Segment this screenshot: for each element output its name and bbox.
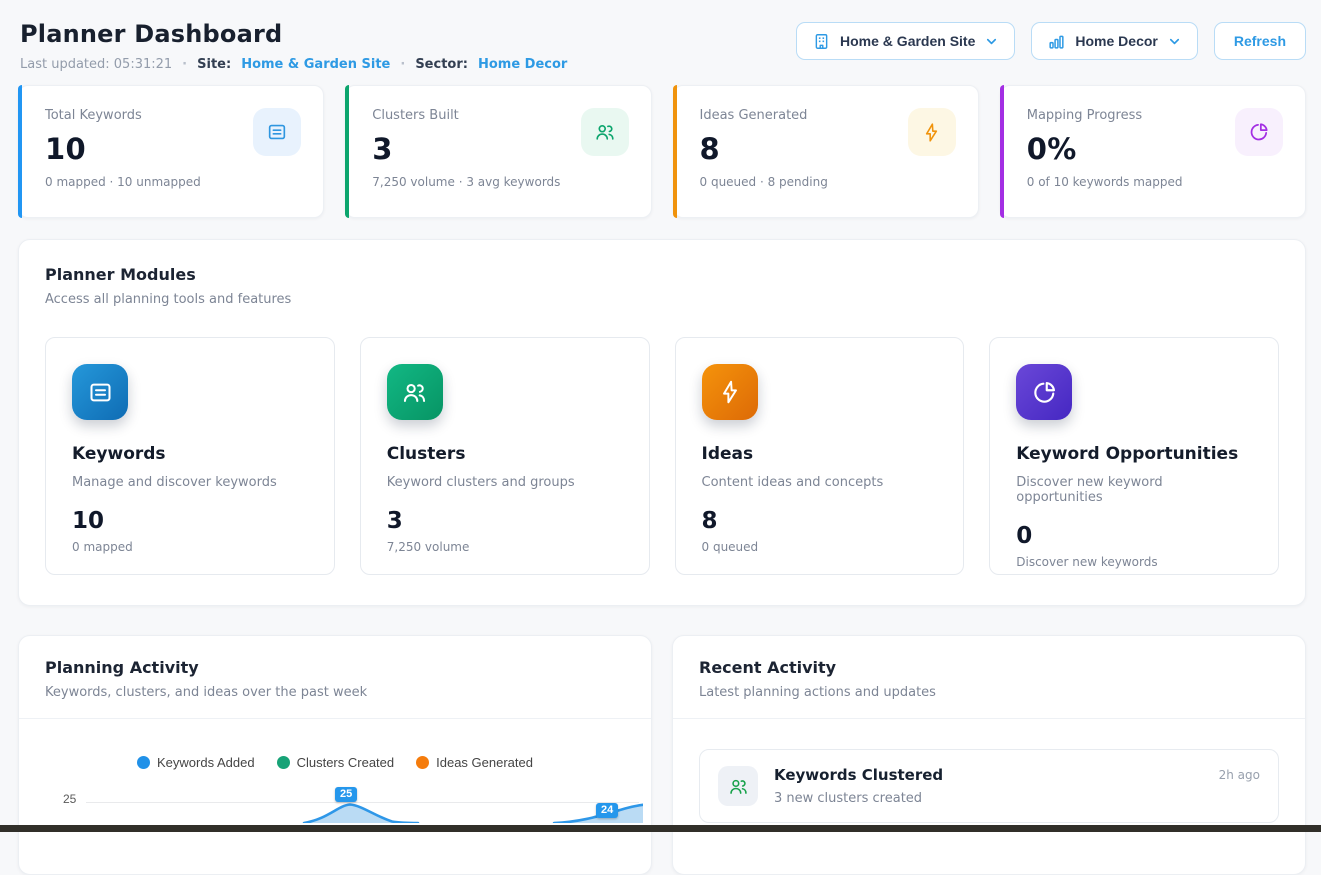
bolt-icon bbox=[908, 108, 956, 156]
stat-card-mapping-progress: Mapping Progress 0% 0 of 10 keywords map… bbox=[1000, 85, 1306, 218]
modules-grid: Keywords Manage and discover keywords 10… bbox=[45, 337, 1279, 575]
module-description: Keyword clusters and groups bbox=[387, 475, 623, 490]
module-caption: 0 queued bbox=[702, 540, 938, 554]
activity-title: Keywords Clustered bbox=[774, 766, 1203, 784]
modules-panel-title: Planner Modules bbox=[45, 265, 1279, 284]
legend-dot-icon bbox=[137, 756, 150, 769]
sector-link[interactable]: Home Decor bbox=[478, 57, 567, 72]
bottom-row: Planning Activity Keywords, clusters, an… bbox=[18, 635, 1306, 875]
y-axis-tick-25: 25 bbox=[63, 792, 76, 806]
module-title: Keywords bbox=[72, 444, 308, 464]
activity-timestamp: 2h ago bbox=[1219, 768, 1260, 782]
activity-item-keywords-clustered[interactable]: Keywords Clustered 3 new clusters create… bbox=[699, 749, 1279, 823]
module-value: 10 bbox=[72, 508, 308, 534]
legend-item-ideas-generated[interactable]: Ideas Generated bbox=[416, 755, 533, 770]
planning-activity-panel: Planning Activity Keywords, clusters, an… bbox=[18, 635, 652, 875]
site-label: Site: bbox=[197, 57, 231, 72]
module-value: 0 bbox=[1016, 523, 1252, 549]
planning-activity-subtitle: Keywords, clusters, and ideas over the p… bbox=[45, 685, 625, 700]
separator-dot: · bbox=[182, 57, 187, 72]
users-icon bbox=[387, 364, 443, 420]
pie-chart-icon bbox=[1016, 364, 1072, 420]
legend-label: Clusters Created bbox=[297, 755, 395, 770]
pie-chart-icon bbox=[1235, 108, 1283, 156]
page-subtitle-row: Last updated: 05:31:21 · Site: Home & Ga… bbox=[20, 57, 567, 72]
bar-chart-icon bbox=[1047, 32, 1066, 51]
screen-bottom-bar bbox=[0, 825, 1321, 832]
module-description: Content ideas and concepts bbox=[702, 475, 938, 490]
planner-modules-panel: Planner Modules Access all planning tool… bbox=[18, 239, 1306, 606]
module-card-keywords[interactable]: Keywords Manage and discover keywords 10… bbox=[45, 337, 335, 575]
legend-label: Ideas Generated bbox=[436, 755, 533, 770]
stat-caption: 7,250 volume · 3 avg keywords bbox=[372, 175, 628, 189]
legend-dot-icon bbox=[277, 756, 290, 769]
legend-item-keywords-added[interactable]: Keywords Added bbox=[137, 755, 255, 770]
site-selector-dropdown[interactable]: Home & Garden Site bbox=[796, 22, 1015, 60]
module-caption: Discover new keywords bbox=[1016, 555, 1252, 569]
keywords-added-area-chart bbox=[86, 781, 643, 823]
activity-body: Keywords Clustered 3 new clusters create… bbox=[774, 766, 1203, 806]
stat-card-ideas-generated: Ideas Generated 8 0 queued · 8 pending bbox=[673, 85, 979, 218]
site-selector-label: Home & Garden Site bbox=[840, 33, 975, 49]
recent-activity-header: Recent Activity Latest planning actions … bbox=[673, 636, 1305, 700]
module-card-ideas[interactable]: Ideas Content ideas and concepts 8 0 que… bbox=[675, 337, 965, 575]
module-value: 8 bbox=[702, 508, 938, 534]
legend-item-clusters-created[interactable]: Clusters Created bbox=[277, 755, 395, 770]
module-title: Clusters bbox=[387, 444, 623, 464]
chevron-down-icon bbox=[984, 34, 999, 49]
bolt-icon bbox=[702, 364, 758, 420]
users-icon bbox=[581, 108, 629, 156]
stat-caption: 0 of 10 keywords mapped bbox=[1027, 175, 1283, 189]
stats-row: Total Keywords 10 0 mapped · 10 unmapped… bbox=[18, 85, 1306, 218]
users-icon bbox=[718, 766, 758, 806]
stat-card-total-keywords: Total Keywords 10 0 mapped · 10 unmapped bbox=[18, 85, 324, 218]
refresh-button[interactable]: Refresh bbox=[1214, 22, 1306, 60]
last-updated-text: Last updated: 05:31:21 bbox=[20, 57, 172, 72]
planning-activity-title: Planning Activity bbox=[45, 658, 625, 677]
stat-caption: 0 queued · 8 pending bbox=[700, 175, 956, 189]
module-description: Manage and discover keywords bbox=[72, 475, 308, 490]
file-lines-icon bbox=[253, 108, 301, 156]
stat-caption: 0 mapped · 10 unmapped bbox=[45, 175, 301, 189]
building-icon bbox=[812, 32, 831, 51]
stat-card-clusters-built: Clusters Built 3 7,250 volume · 3 avg ke… bbox=[345, 85, 651, 218]
planning-activity-header: Planning Activity Keywords, clusters, an… bbox=[19, 636, 651, 700]
sector-label: Sector: bbox=[415, 57, 468, 72]
legend-label: Keywords Added bbox=[157, 755, 255, 770]
module-caption: 7,250 volume bbox=[387, 540, 623, 554]
sector-selector-label: Home Decor bbox=[1075, 33, 1157, 49]
chevron-down-icon bbox=[1167, 34, 1182, 49]
module-value: 3 bbox=[387, 508, 623, 534]
divider bbox=[19, 718, 651, 719]
module-caption: 0 mapped bbox=[72, 540, 308, 554]
separator-dot: · bbox=[400, 57, 405, 72]
modules-panel-subtitle: Access all planning tools and features bbox=[45, 292, 1279, 307]
header-left: Planner Dashboard Last updated: 05:31:21… bbox=[20, 20, 567, 72]
data-point-label: 25 bbox=[335, 787, 357, 802]
module-title: Keyword Opportunities bbox=[1016, 444, 1252, 464]
header-actions: Home & Garden Site Home Decor Refresh bbox=[796, 22, 1306, 60]
page-title: Planner Dashboard bbox=[20, 20, 567, 48]
activity-description: 3 new clusters created bbox=[774, 791, 1203, 806]
sector-selector-dropdown[interactable]: Home Decor bbox=[1031, 22, 1197, 60]
chart-legend: Keywords Added Clusters Created Ideas Ge… bbox=[19, 755, 651, 770]
recent-activity-subtitle: Latest planning actions and updates bbox=[699, 685, 1279, 700]
recent-activity-title: Recent Activity bbox=[699, 658, 1279, 677]
recent-activity-panel: Recent Activity Latest planning actions … bbox=[672, 635, 1306, 875]
page-header: Planner Dashboard Last updated: 05:31:21… bbox=[0, 0, 1321, 72]
file-lines-icon bbox=[72, 364, 128, 420]
site-link[interactable]: Home & Garden Site bbox=[241, 57, 390, 72]
module-card-keyword-opportunities[interactable]: Keyword Opportunities Discover new keywo… bbox=[989, 337, 1279, 575]
data-point-label: 24 bbox=[596, 803, 618, 818]
module-description: Discover new keyword opportunities bbox=[1016, 475, 1252, 505]
module-title: Ideas bbox=[702, 444, 938, 464]
divider bbox=[673, 718, 1305, 719]
legend-dot-icon bbox=[416, 756, 429, 769]
module-card-clusters[interactable]: Clusters Keyword clusters and groups 3 7… bbox=[360, 337, 650, 575]
